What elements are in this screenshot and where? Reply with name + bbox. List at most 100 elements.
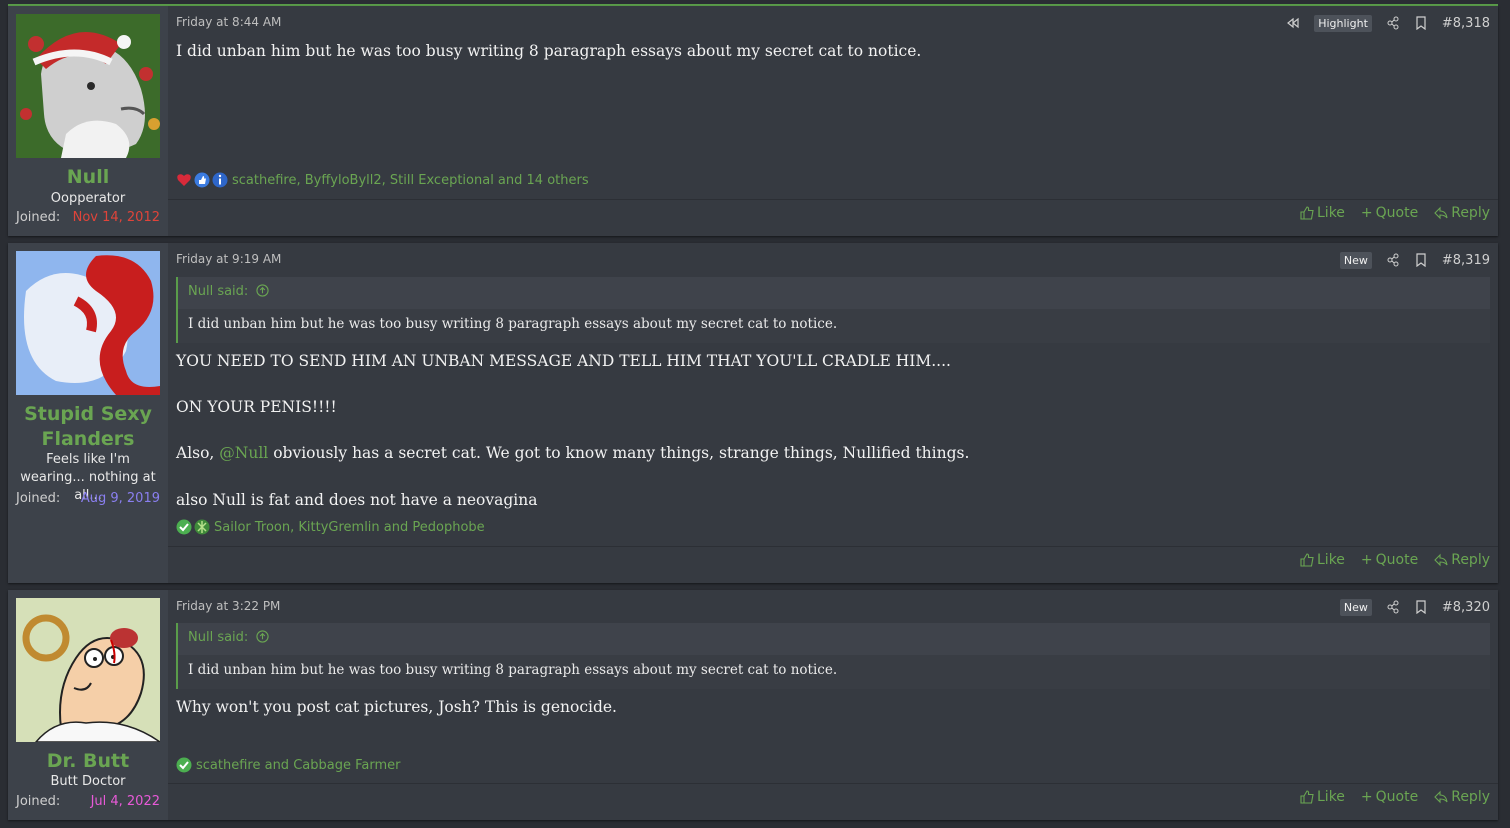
rewind-icon[interactable]	[1286, 16, 1300, 30]
thumbsup-icon	[194, 172, 210, 188]
post-body-line-2: ON YOUR PENIS!!!!	[176, 398, 337, 416]
joined-date: Nov 14, 2012	[72, 210, 160, 225]
like-label: Like	[1317, 552, 1345, 568]
check-icon	[176, 519, 192, 535]
post-actions: Like + Quote Reply	[1300, 789, 1490, 805]
share-icon[interactable]	[1386, 16, 1400, 30]
post-date[interactable]: Friday at 3:22 PM	[176, 599, 280, 613]
user-pane: Dr. Butt Butt Doctor Joined: Jul 4, 2022	[8, 590, 168, 820]
reply-icon	[1434, 553, 1448, 567]
avatar[interactable]	[16, 598, 160, 742]
new-badge: New	[1339, 598, 1372, 616]
reply-icon	[1434, 790, 1448, 804]
user-mention-link[interactable]: @Null	[219, 444, 268, 462]
post-body-line-3: Also, @Null obviously has a secret cat. …	[176, 443, 1490, 463]
username[interactable]: Null	[8, 165, 168, 190]
quote-button[interactable]: + Quote	[1361, 552, 1418, 568]
reactions-text[interactable]: Sailor Troon, KittyGremlin and Pedophobe	[214, 520, 485, 535]
post-header-actions: Highlight #8,318	[1286, 14, 1490, 32]
joined-row: Joined: Nov 14, 2012	[16, 210, 160, 228]
check-icon	[176, 757, 192, 773]
quote-author[interactable]: Null said:	[188, 284, 248, 299]
share-icon[interactable]	[1386, 600, 1400, 614]
like-button[interactable]: Like	[1300, 552, 1345, 568]
quote-block[interactable]: Null said: I did unban him but he was to…	[176, 623, 1490, 689]
arrow-up-circle-icon[interactable]	[256, 630, 270, 643]
quote-label: Quote	[1375, 789, 1419, 805]
user-title: Butt Doctor	[50, 774, 126, 789]
post-actions: Like + Quote Reply	[1300, 205, 1490, 221]
username[interactable]: Stupid Sexy Flanders	[18, 402, 158, 452]
quote-block[interactable]: Null said: I did unban him but he was to…	[176, 277, 1490, 343]
like-button[interactable]: Like	[1300, 205, 1345, 221]
bookmark-icon[interactable]	[1414, 253, 1428, 267]
quote-header[interactable]: Null said:	[188, 284, 270, 299]
joined-label: Joined:	[16, 794, 61, 809]
post-main: Friday at 3:22 PM New #8,320 Null said: …	[168, 590, 1498, 820]
like-icon	[1300, 553, 1314, 567]
quote-header[interactable]: Null said:	[188, 630, 270, 645]
reactions-bar[interactable]: scathefire, ByffyloByll2, Still Exceptio…	[176, 171, 589, 189]
highlight-badge[interactable]: Highlight	[1314, 14, 1372, 32]
like-button[interactable]: Like	[1300, 789, 1345, 805]
heart-icon	[177, 174, 191, 186]
reply-label: Reply	[1451, 205, 1490, 221]
plus-icon: +	[1360, 205, 1373, 221]
reply-label: Reply	[1451, 552, 1490, 568]
post-actions: Like + Quote Reply	[1300, 552, 1490, 568]
post-date[interactable]: Friday at 9:19 AM	[176, 252, 281, 266]
post-body: Why won't you post cat pictures, Josh? T…	[176, 698, 617, 716]
post-number[interactable]: #8,318	[1442, 16, 1490, 31]
post-number[interactable]: #8,320	[1442, 600, 1490, 615]
post-8319: Stupid Sexy Flanders Feels like I'm wear…	[8, 243, 1498, 583]
post-header-actions: New #8,320	[1339, 598, 1490, 616]
like-label: Like	[1317, 789, 1345, 805]
like-icon	[1300, 206, 1314, 220]
reactions-text[interactable]: scathefire, ByffyloByll2, Still Exceptio…	[232, 173, 589, 188]
quote-author[interactable]: Null said:	[188, 630, 248, 645]
quote-label: Quote	[1375, 205, 1419, 221]
post-footer-divider	[168, 199, 1498, 200]
new-badge: New	[1339, 251, 1372, 269]
joined-row: Joined: Aug 9, 2019	[16, 491, 160, 509]
reactions-text[interactable]: scathefire and Cabbage Farmer	[196, 758, 400, 773]
post-header-actions: New #8,319	[1339, 251, 1490, 269]
share-icon[interactable]	[1386, 253, 1400, 267]
joined-date: Aug 9, 2019	[80, 491, 160, 506]
user-pane: Stupid Sexy Flanders Feels like I'm wear…	[8, 243, 168, 583]
reply-button[interactable]: Reply	[1434, 552, 1490, 568]
quote-button[interactable]: + Quote	[1361, 205, 1418, 221]
joined-label: Joined:	[16, 491, 61, 506]
avatar[interactable]	[16, 251, 160, 395]
quote-text: I did unban him but he was too busy writ…	[178, 655, 1490, 689]
reply-icon	[1434, 206, 1448, 220]
bookmark-icon[interactable]	[1414, 600, 1428, 614]
reply-button[interactable]: Reply	[1434, 789, 1490, 805]
joined-label: Joined:	[16, 210, 61, 225]
body-text-segment: obviously has a secret cat. We got to kn…	[268, 444, 970, 462]
bookmark-icon[interactable]	[1414, 16, 1428, 30]
post-8320: Dr. Butt Butt Doctor Joined: Jul 4, 2022…	[8, 590, 1498, 820]
avatar[interactable]	[16, 14, 160, 158]
reply-label: Reply	[1451, 789, 1490, 805]
post-footer-divider	[168, 546, 1498, 547]
quote-label: Quote	[1375, 552, 1419, 568]
quote-button[interactable]: + Quote	[1361, 789, 1418, 805]
plus-icon: +	[1360, 552, 1373, 568]
reactions-bar[interactable]: scathefire and Cabbage Farmer	[176, 756, 400, 774]
arrow-up-circle-icon[interactable]	[256, 284, 270, 297]
post-number[interactable]: #8,319	[1442, 253, 1490, 268]
info-icon	[212, 172, 228, 188]
post-body-line-1: YOU NEED TO SEND HIM AN UNBAN MESSAGE AN…	[176, 352, 951, 370]
post-body-line-4: also Null is fat and does not have a neo…	[176, 491, 538, 509]
user-pane: Null Oopperator Joined: Nov 14, 2012	[8, 6, 168, 236]
quote-text: I did unban him but he was too busy writ…	[178, 309, 1490, 343]
joined-row: Joined: Jul 4, 2022	[16, 794, 160, 812]
post-8318: Null Oopperator Joined: Nov 14, 2012 Fri…	[8, 6, 1498, 236]
reply-button[interactable]: Reply	[1434, 205, 1490, 221]
post-date[interactable]: Friday at 8:44 AM	[176, 15, 281, 29]
username[interactable]: Dr. Butt	[8, 749, 168, 774]
like-icon	[1300, 790, 1314, 804]
like-label: Like	[1317, 205, 1345, 221]
reactions-bar[interactable]: Sailor Troon, KittyGremlin and Pedophobe	[176, 518, 485, 536]
